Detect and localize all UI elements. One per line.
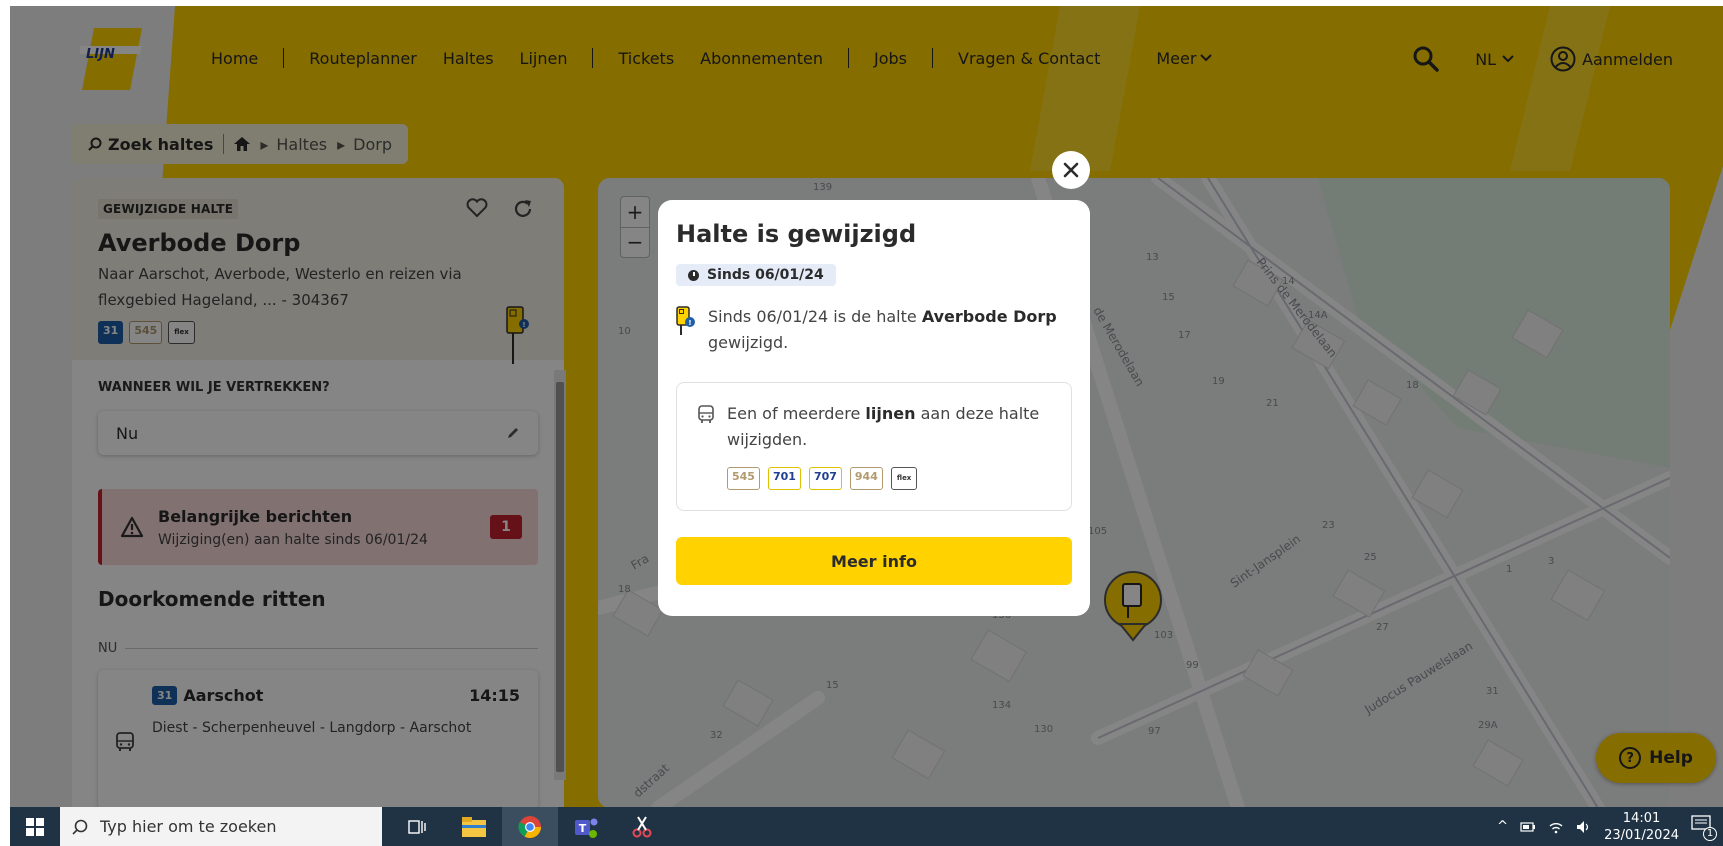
line-badge: flex (890, 467, 918, 490)
svg-text:T: T (579, 822, 587, 835)
changed-line-badges: 545 701 707 944 flex (727, 467, 1051, 490)
info-prefix: Sinds 06/01/24 is de halte (708, 307, 922, 326)
info-stop-name: Averbode Dorp (921, 307, 1057, 326)
line-badge: 545 (727, 467, 760, 490)
bus-stop-pole-icon: ! (676, 306, 695, 335)
task-view-icon[interactable] (390, 807, 446, 846)
changed-lines-box: Een of meerdere lijnen aan deze halte wi… (676, 382, 1072, 511)
volume-icon[interactable] (1576, 820, 1592, 834)
notification-center[interactable]: 1 (1691, 814, 1717, 841)
battery-icon[interactable] (1520, 821, 1536, 833)
lines-prefix: Een of meerdere (727, 404, 866, 423)
clock-icon (688, 269, 699, 281)
clock-date: 23/01/2024 (1604, 827, 1679, 843)
line-badge: 701 (767, 467, 801, 490)
modal-close-button[interactable] (1052, 151, 1090, 189)
start-button[interactable] (10, 807, 60, 846)
system-tray: ^ 14:01 23/01/2024 1 (1497, 807, 1717, 846)
taskbar-search[interactable]: Typ hier om te zoeken (60, 807, 382, 846)
close-icon (1063, 162, 1079, 178)
taskbar-search-placeholder: Typ hier om te zoeken (100, 817, 277, 836)
since-badge: Sinds 06/01/24 (676, 264, 836, 286)
svg-text:!: ! (688, 319, 691, 327)
snipping-tool-icon[interactable] (614, 807, 670, 846)
stop-changed-modal: Halte is gewijzigd Sinds 06/01/24 ! Sind… (658, 200, 1090, 616)
taskbar-clock[interactable]: 14:01 23/01/2024 (1604, 810, 1679, 844)
windows-taskbar: Typ hier om te zoeken T ^ 14:01 23/01/20… (10, 807, 1723, 846)
teams-icon[interactable]: T (558, 807, 614, 846)
line-badge: 707 (808, 467, 842, 490)
more-info-button[interactable]: Meer info (676, 537, 1072, 585)
taskbar-apps: T (390, 807, 670, 846)
file-explorer-icon[interactable] (446, 807, 502, 846)
windows-logo-icon (26, 817, 44, 836)
bus-icon (698, 405, 714, 423)
clock-time: 14:01 (1622, 810, 1661, 826)
lines-bold: lijnen (865, 404, 916, 423)
changed-lines-text: Een of meerdere lijnen aan deze halte wi… (727, 401, 1051, 453)
modal-title: Halte is gewijzigd (676, 220, 917, 248)
info-suffix: gewijzigd. (708, 333, 789, 352)
line-badge: 944 (849, 467, 883, 490)
chevron-up-icon[interactable]: ^ (1497, 819, 1508, 834)
since-badge-label: Sinds 06/01/24 (707, 267, 824, 283)
modal-info: ! Sinds 06/01/24 is de halte Averbode Do… (676, 304, 1072, 356)
modal-info-text: Sinds 06/01/24 is de halte Averbode Dorp… (708, 304, 1072, 356)
search-icon (72, 819, 88, 835)
changed-lines-text-row: Een of meerdere lijnen aan deze halte wi… (697, 401, 1051, 453)
wifi-icon[interactable] (1548, 820, 1564, 834)
notification-count: 1 (1703, 826, 1717, 841)
chrome-icon[interactable] (502, 807, 558, 846)
